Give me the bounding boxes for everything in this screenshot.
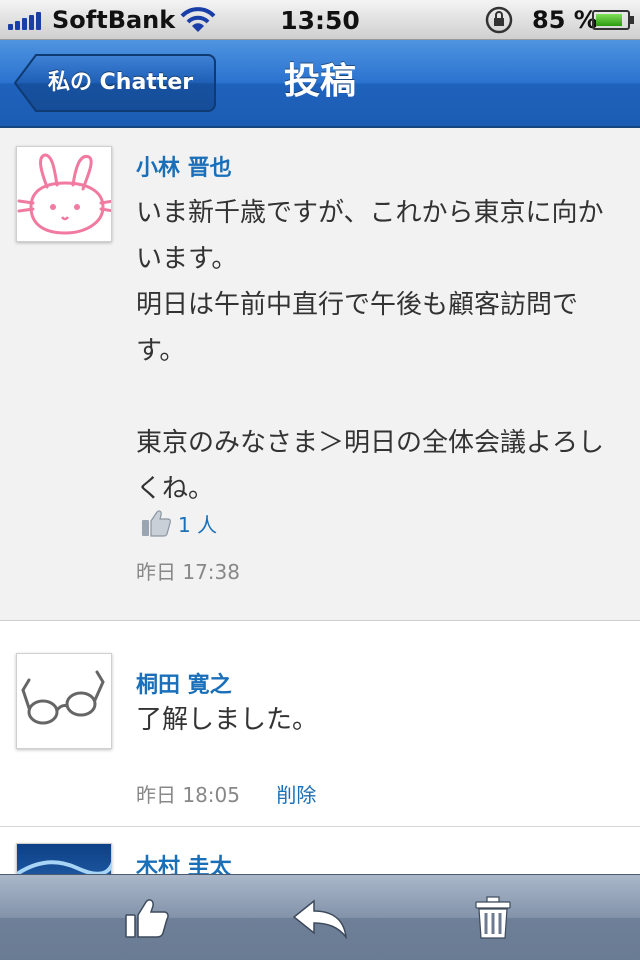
post-author[interactable]: 小林 晋也 [136,150,232,182]
like-button[interactable] [112,887,182,949]
delete-comment-link[interactable]: 削除 [276,783,316,807]
comment-meta: 昨日 18:05 削除 [136,779,316,808]
wave-avatar-icon [17,844,111,877]
battery-percent: 85 % [532,6,598,34]
thumbs-up-icon [142,510,171,537]
comment-author[interactable]: 木村 圭太 [136,849,232,877]
post-timestamp: 昨日 17:38 [136,560,240,584]
bottom-toolbar [0,874,640,960]
reply-icon [292,899,348,939]
orientation-lock-icon [484,6,514,38]
avatar[interactable] [16,843,112,877]
comment-timestamp: 昨日 18:05 [136,783,240,807]
main-post: 小林 晋也 いま新千歳ですが、これから東京に向かいます。 明日は午前中直行で午後… [0,130,640,621]
avatar[interactable] [16,146,112,242]
status-bar: SoftBank 13:50 85 % [0,0,640,40]
comment: 木村 圭太 [0,827,640,877]
comment-body: 了解しました。 [136,705,319,735]
trash-icon [475,896,511,939]
delete-button[interactable] [458,887,528,949]
post-body: いま新千歳ですが、これから東京に向かいます。 明日は午前中直行で午後も顧客訪問で… [136,198,605,504]
comment-author[interactable]: 桐田 寛之 [136,667,232,699]
navigation-bar: 私の Chatter 投稿 [0,40,640,128]
reply-button[interactable] [285,887,355,949]
comment: 桐田 寛之 了解しました。 昨日 18:05 削除 [0,621,640,827]
like-count[interactable]: 1 人 [140,508,217,538]
glasses-avatar-icon [21,670,105,725]
like-icon [125,899,169,938]
like-count-label: 1 人 [178,512,218,537]
page-title: 投稿 [283,61,356,102]
avatar[interactable] [16,653,112,749]
battery-icon [592,10,634,30]
bunny-avatar-icon [17,153,111,235]
